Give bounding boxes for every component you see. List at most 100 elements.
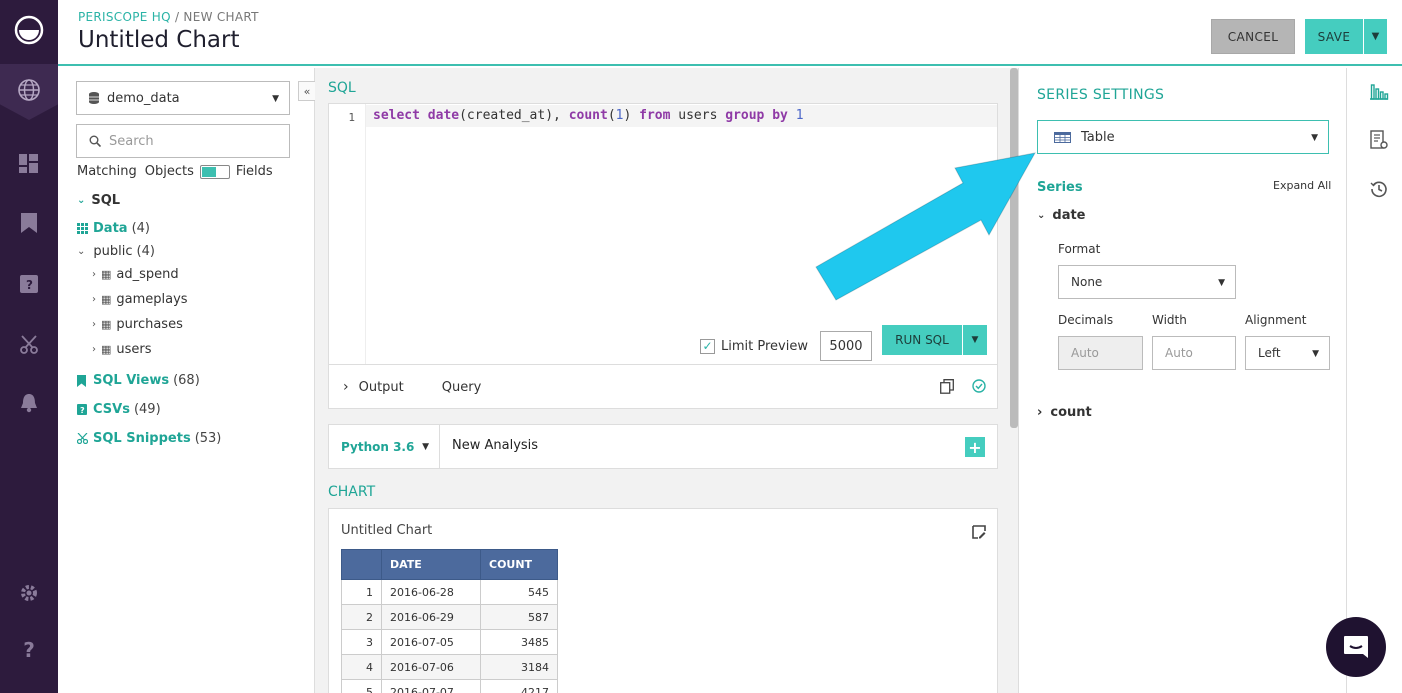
python-version-select[interactable]: Python 3.6 ▼ bbox=[329, 425, 440, 468]
logo-icon[interactable] bbox=[13, 14, 45, 46]
settings-title: SERIES SETTINGS bbox=[1037, 87, 1165, 103]
tree-table[interactable]: › ▦ gameplays bbox=[92, 292, 188, 307]
dashboard-icon[interactable] bbox=[19, 154, 39, 174]
code-token: date bbox=[427, 108, 460, 123]
analysis-name[interactable]: New Analysis bbox=[452, 438, 538, 453]
row-number: 5 bbox=[341, 679, 382, 693]
limit-preview-input[interactable]: 5000 bbox=[819, 331, 872, 361]
format-select[interactable]: None ▼ bbox=[1058, 265, 1236, 299]
chat-button[interactable] bbox=[1326, 617, 1386, 677]
series-count-header[interactable]: › count bbox=[1037, 405, 1092, 420]
tree-sql-heading[interactable]: ⌄ SQL bbox=[77, 193, 120, 208]
tree-data[interactable]: Data (4) bbox=[77, 221, 150, 236]
count-cell: 4217 bbox=[480, 679, 558, 693]
tab-query[interactable]: Query bbox=[442, 380, 482, 395]
tree-table[interactable]: › ▦ purchases bbox=[92, 317, 183, 332]
snippets-icon[interactable] bbox=[19, 335, 39, 355]
chart-type-select[interactable]: Table ▼ bbox=[1037, 120, 1329, 154]
save-dropdown-button[interactable]: ▼ bbox=[1364, 19, 1387, 54]
data-count: (4) bbox=[131, 221, 150, 236]
width-label: Width bbox=[1152, 313, 1187, 327]
bar-chart-icon[interactable] bbox=[1369, 82, 1389, 100]
matching-label: Matching bbox=[77, 164, 137, 179]
bookmark-icon bbox=[77, 374, 86, 387]
search-icon bbox=[89, 135, 101, 147]
bookmark-icon[interactable] bbox=[21, 213, 37, 233]
save-button[interactable]: SAVE bbox=[1305, 19, 1363, 54]
plus-icon: + bbox=[968, 437, 982, 457]
gear-icon[interactable] bbox=[19, 583, 39, 603]
chevron-right-icon[interactable]: › bbox=[343, 379, 349, 395]
caret-down-icon: ▼ bbox=[1312, 349, 1319, 359]
expand-all-link[interactable]: Expand All bbox=[1273, 179, 1331, 192]
table-row: 2 2016-06-29 587 bbox=[341, 604, 558, 630]
schema-search-input[interactable]: Search bbox=[76, 124, 290, 158]
fields-label: Fields bbox=[235, 164, 273, 179]
tree-sql-views[interactable]: SQL Views (68) bbox=[77, 373, 200, 388]
sql-section-label: SQL bbox=[328, 80, 356, 96]
bell-icon[interactable] bbox=[19, 393, 39, 413]
run-sql-dropdown-button[interactable]: ▼ bbox=[963, 325, 987, 355]
date-cell: 2016-07-05 bbox=[381, 629, 481, 655]
callout-arrow bbox=[815, 152, 1036, 301]
cancel-button[interactable]: CANCEL bbox=[1211, 19, 1295, 54]
output-row: › Output Query bbox=[329, 364, 997, 409]
alignment-select[interactable]: Left ▼ bbox=[1245, 336, 1330, 370]
code-token: users bbox=[670, 108, 726, 123]
width-input[interactable]: Auto bbox=[1152, 336, 1236, 370]
date-cell: 2016-07-07 bbox=[381, 679, 481, 693]
caret-down-icon: ▼ bbox=[1371, 31, 1380, 42]
limit-preview-checkbox[interactable]: ✓ bbox=[700, 338, 715, 354]
database-select[interactable]: demo_data ▼ bbox=[76, 81, 290, 115]
count-cell: 587 bbox=[480, 604, 558, 630]
tab-output[interactable]: Output bbox=[359, 380, 404, 395]
tree-public[interactable]: ⌄ public (4) bbox=[77, 244, 155, 259]
check-circle-icon[interactable] bbox=[972, 379, 986, 393]
chevron-down-icon: ⌄ bbox=[77, 246, 86, 257]
csv-icon[interactable]: ? bbox=[20, 275, 38, 293]
schema-panel: demo_data ▼ « Search Matching Objects Fi… bbox=[58, 68, 316, 693]
sql-views-count: (68) bbox=[173, 373, 200, 388]
tree-csvs[interactable]: ? CSVs (49) bbox=[77, 402, 161, 417]
series-settings-panel: SERIES SETTINGS Table ▼ Series Expand Al… bbox=[1018, 68, 1346, 693]
sql-heading-label: SQL bbox=[91, 193, 121, 208]
chat-icon bbox=[1344, 636, 1368, 658]
globe-icon[interactable] bbox=[17, 78, 41, 102]
code-token: ) bbox=[623, 108, 640, 123]
run-sql-button[interactable]: RUN SQL bbox=[882, 325, 962, 355]
collapse-panel-button[interactable]: « bbox=[298, 81, 316, 101]
grid-icon bbox=[77, 223, 88, 234]
check-icon: ✓ bbox=[702, 339, 713, 353]
table-name: users bbox=[116, 342, 152, 357]
breadcrumb-org[interactable]: PERISCOPE HQ bbox=[78, 10, 171, 24]
copy-icon[interactable] bbox=[940, 379, 954, 394]
edit-chart-icon[interactable] bbox=[972, 525, 986, 539]
column-header-count[interactable]: COUNT bbox=[480, 549, 558, 580]
header: PERISCOPE HQ / NEW CHART Untitled Chart … bbox=[58, 0, 1402, 66]
width-placeholder: Auto bbox=[1165, 346, 1193, 360]
settings-document-icon[interactable] bbox=[1370, 130, 1388, 150]
add-analysis-button[interactable]: + bbox=[965, 437, 985, 457]
table-name: purchases bbox=[116, 317, 183, 332]
help-icon[interactable]: ? bbox=[19, 638, 39, 662]
history-icon[interactable] bbox=[1370, 180, 1388, 198]
logo-block bbox=[0, 0, 58, 70]
tree-table[interactable]: › ▦ users bbox=[92, 342, 152, 357]
tree-table[interactable]: › ▦ ad_spend bbox=[92, 267, 179, 282]
table-icon: ▦ bbox=[101, 293, 112, 306]
public-count: (4) bbox=[136, 244, 155, 259]
table-row: 1 2016-06-28 545 bbox=[341, 579, 558, 605]
tree-sql-snippets[interactable]: SQL Snippets (53) bbox=[77, 431, 221, 446]
csvs-label: CSVs bbox=[93, 402, 130, 417]
decimals-input[interactable]: Auto bbox=[1058, 336, 1143, 370]
date-cell: 2016-07-06 bbox=[381, 654, 481, 680]
column-header-date[interactable]: DATE bbox=[381, 549, 481, 580]
chevron-right-icon: › bbox=[1037, 405, 1043, 420]
page-title[interactable]: Untitled Chart bbox=[78, 27, 240, 53]
code-token: from bbox=[639, 108, 671, 123]
caret-down-icon: ▼ bbox=[422, 442, 429, 452]
code-token: select bbox=[373, 108, 420, 123]
code-line[interactable]: select date(created_at), count(1) from u… bbox=[366, 105, 997, 127]
data-label: Data bbox=[93, 221, 128, 236]
objects-fields-toggle[interactable] bbox=[199, 164, 230, 179]
